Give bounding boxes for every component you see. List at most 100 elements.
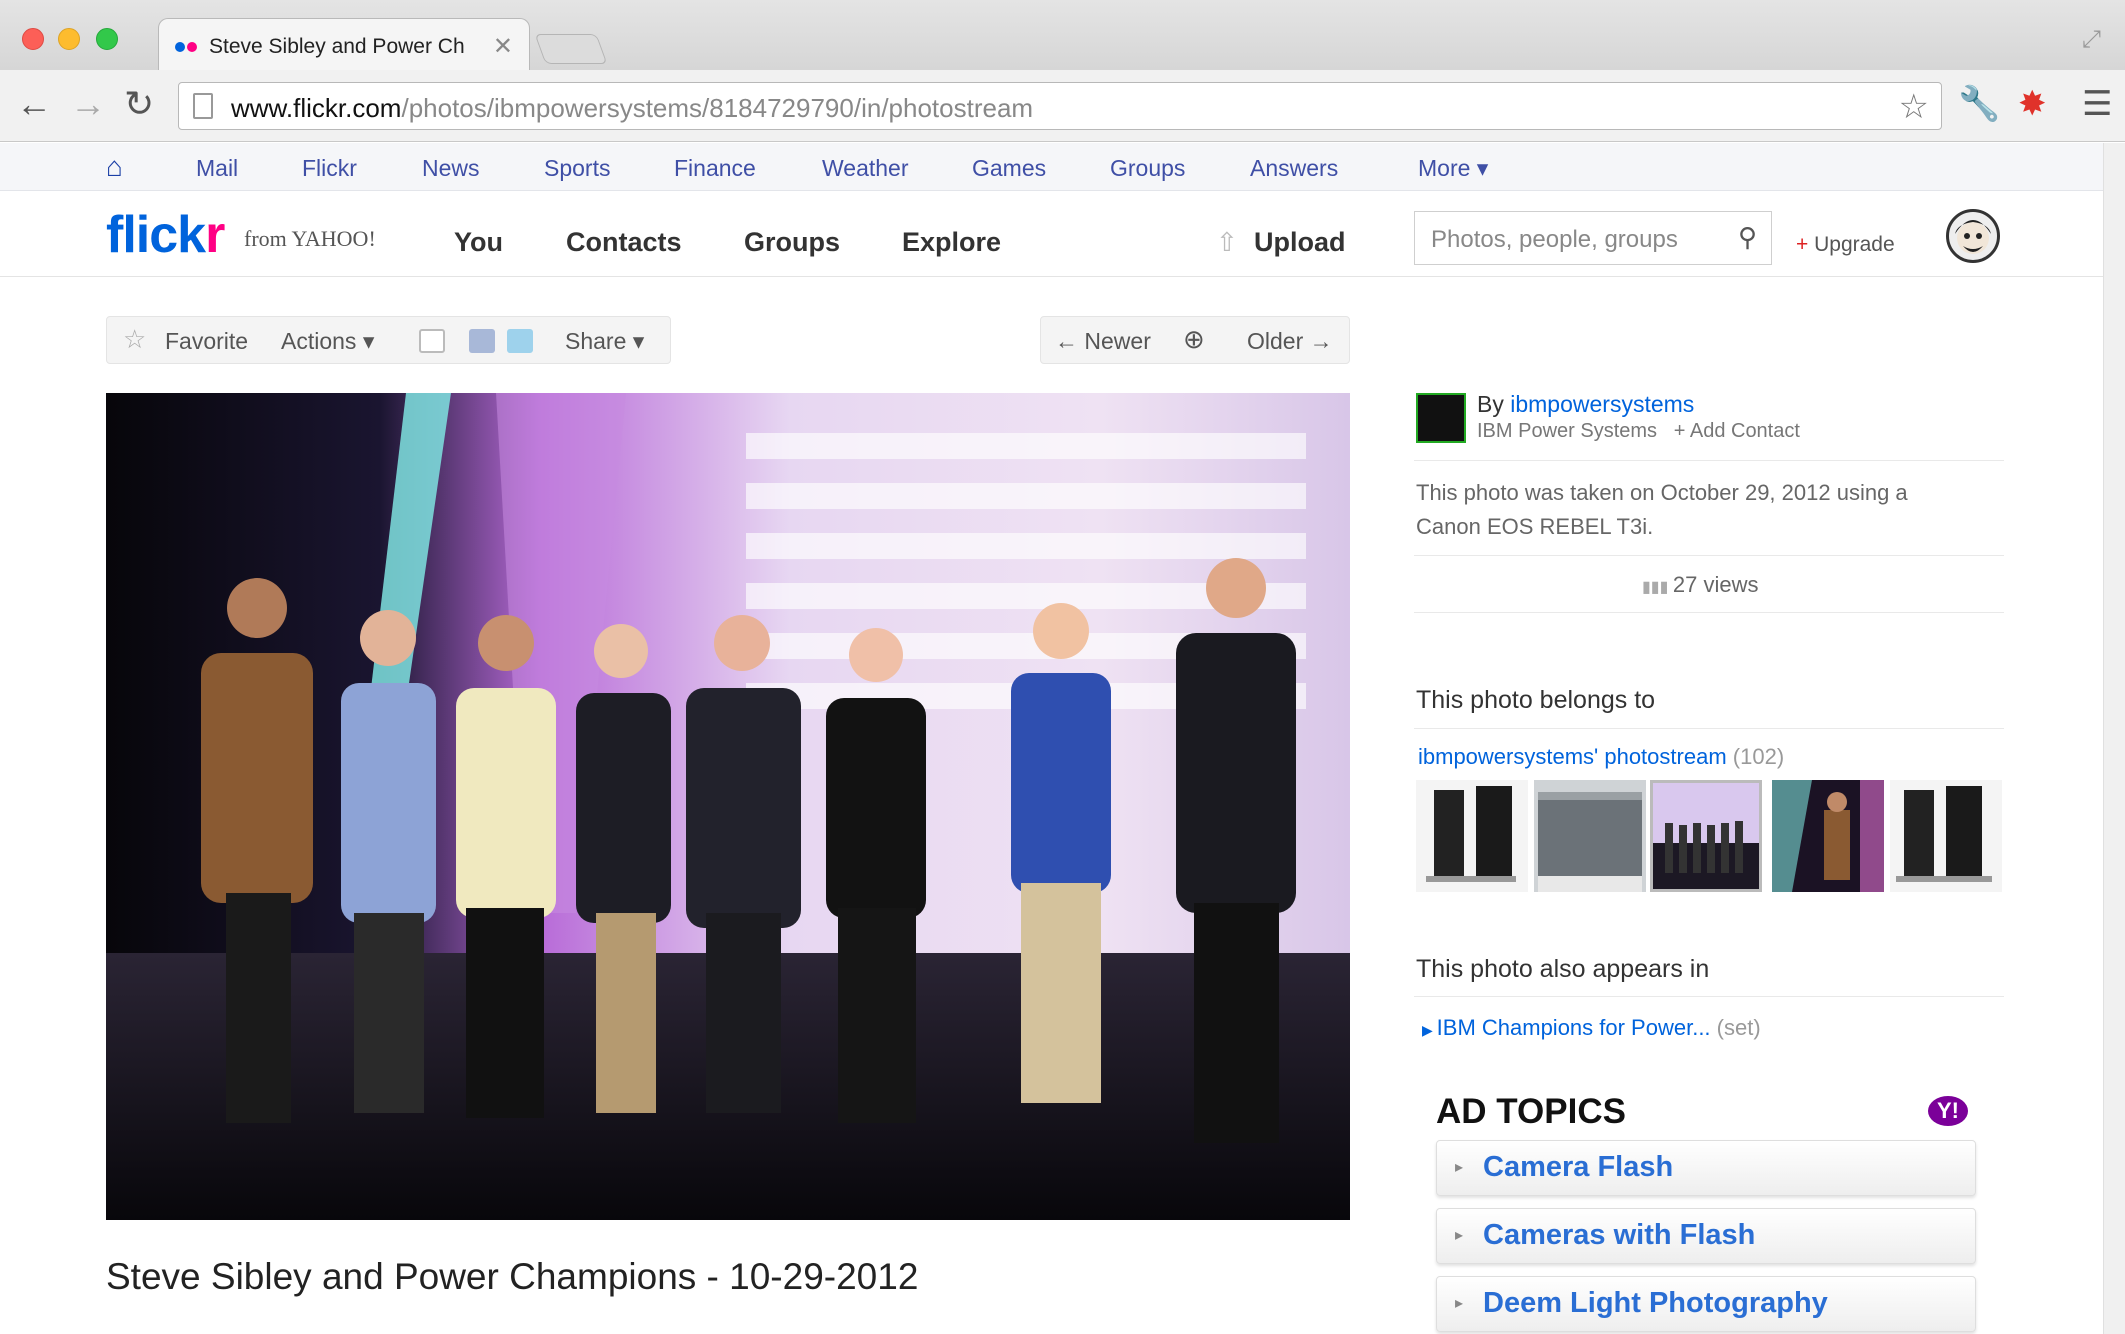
main-photo[interactable]	[106, 393, 1350, 1220]
ybar-mail[interactable]: Mail	[196, 155, 238, 182]
favorite-star-icon[interactable]: ☆	[123, 324, 146, 355]
yahoo-bar: ⌂ Mail Flickr News Sports Finance Weathe…	[0, 143, 2125, 191]
search-input[interactable]: Photos, people, groups ⚲	[1414, 211, 1772, 265]
flickr-favicon-icon	[187, 42, 197, 52]
ybar-finance[interactable]: Finance	[674, 155, 756, 182]
avatar[interactable]	[1946, 209, 2000, 263]
photostream-thumb[interactable]	[1772, 780, 1884, 892]
photostream-thumb-current[interactable]	[1650, 780, 1762, 892]
chevron-right-icon: ▸	[1455, 1227, 1464, 1244]
divider	[1414, 612, 2004, 613]
ybar-answers[interactable]: Answers	[1250, 155, 1338, 182]
nav-explore[interactable]: Explore	[902, 227, 1001, 258]
upload-button[interactable]: Upload	[1254, 227, 1346, 258]
ybar-flickr[interactable]: Flickr	[302, 155, 357, 182]
page-scrollbar[interactable]	[2103, 143, 2125, 1334]
zoom-window-button[interactable]	[96, 28, 118, 50]
logo-r: r	[205, 206, 225, 264]
views-count: ▮▮▮ 27 views	[1642, 572, 1758, 598]
menu-icon[interactable]: ☰	[2082, 84, 2112, 124]
flickr-favicon-icon	[175, 42, 185, 52]
owner-byline: By ibmpowersystems	[1477, 391, 1694, 418]
minimize-window-button[interactable]	[58, 28, 80, 50]
url-host: www.flickr.com	[231, 93, 402, 123]
ad-topic-label: Deem Light Photography	[1483, 1287, 1828, 1319]
set-link[interactable]: ▶ IBM Champions for Power... (set)	[1422, 1015, 1761, 1041]
owner-name: IBM Power Systems	[1477, 420, 1658, 442]
ybar-sports[interactable]: Sports	[544, 155, 610, 182]
address-bar[interactable]: www.flickr.com/photos/ibmpowersystems/81…	[178, 82, 1942, 130]
browser-tab-strip: Steve Sibley and Power Ch ✕ ⤢	[0, 0, 2125, 72]
fullscreen-icon[interactable]: ⤢	[2082, 26, 2101, 54]
reload-icon[interactable]: ↻	[124, 84, 154, 124]
actions-menu[interactable]: Actions ▾	[281, 328, 374, 355]
ybar-weather[interactable]: Weather	[822, 155, 909, 182]
close-window-button[interactable]	[22, 28, 44, 50]
views-label: 27 views	[1672, 572, 1759, 597]
ybar-news[interactable]: News	[422, 155, 480, 182]
owner-link[interactable]: ibmpowersystems	[1510, 391, 1694, 417]
photo-taken-info: This photo was taken on October 29, 2012…	[1416, 480, 1908, 539]
newer-button[interactable]: ← Newer	[1055, 328, 1151, 355]
search-placeholder: Photos, people, groups	[1431, 226, 1678, 253]
divider	[1414, 555, 2004, 556]
ad-topics-heading: AD TOPICS	[1436, 1092, 1626, 1131]
ad-topic-item[interactable]: ▸ Cameras with Flash	[1436, 1208, 1976, 1264]
ybar-groups[interactable]: Groups	[1110, 155, 1185, 182]
close-tab-icon[interactable]: ✕	[493, 32, 513, 61]
views-chart-icon: ▮▮▮	[1642, 579, 1673, 596]
forward-icon[interactable]: →	[70, 84, 106, 124]
favorite-button[interactable]: Favorite	[165, 328, 248, 355]
ybar-more[interactable]: More ▾	[1418, 155, 1488, 182]
ad-topic-label: Cameras with Flash	[1483, 1219, 1756, 1251]
upgrade-link[interactable]: + Upgrade	[1796, 233, 1895, 257]
set-tag: (set)	[1716, 1015, 1761, 1040]
zoom-icon[interactable]: ⊕	[1183, 324, 1205, 355]
back-icon[interactable]: ←	[16, 84, 52, 124]
ad-topic-item[interactable]: ▸ Camera Flash	[1436, 1140, 1976, 1196]
logo-flick: flick	[106, 206, 206, 264]
new-tab-button[interactable]	[534, 34, 608, 64]
photo-title: Steve Sibley and Power Champions - 10-29…	[106, 1256, 919, 1297]
twitter-icon[interactable]	[507, 329, 533, 353]
photostream-label: ibmpowersystems' photostream	[1418, 744, 1727, 769]
nav-groups[interactable]: Groups	[744, 227, 840, 258]
divider	[1414, 996, 2004, 997]
ad-topic-item[interactable]: ▸ Deem Light Photography	[1436, 1276, 1976, 1332]
extension-icon[interactable]: ✸	[2018, 84, 2047, 124]
bookmark-star-icon[interactable]: ☆	[1899, 87, 1929, 127]
url-text[interactable]: www.flickr.com/photos/ibmpowersystems/81…	[231, 93, 1033, 124]
add-contact-link[interactable]: + Add Contact	[1674, 420, 1800, 442]
chevron-right-icon: ▸	[1455, 1159, 1464, 1176]
photostream-thumb[interactable]	[1534, 780, 1646, 892]
belongs-heading: This photo belongs to	[1416, 686, 1656, 714]
ad-topic-label: Camera Flash	[1483, 1151, 1674, 1183]
upgrade-label: Upgrade	[1814, 233, 1895, 256]
from-yahoo-label: from YAHOO!	[244, 226, 376, 251]
divider	[1414, 460, 2004, 461]
browser-tab[interactable]: Steve Sibley and Power Ch ✕	[158, 18, 530, 72]
photostream-thumb[interactable]	[1416, 780, 1528, 892]
facebook-icon[interactable]	[469, 329, 495, 353]
email-icon[interactable]	[419, 329, 445, 353]
owner-buddy-icon[interactable]	[1416, 393, 1466, 443]
older-button[interactable]: Older →	[1247, 328, 1333, 355]
share-menu[interactable]: Share ▾	[565, 328, 644, 355]
yahoo-y-icon: Y!	[1928, 1096, 1968, 1126]
set-label: IBM Champions for Power...	[1436, 1015, 1711, 1040]
photostream-link[interactable]: ibmpowersystems' photostream (102)	[1418, 744, 1784, 770]
browser-toolbar: ← → ↻ www.flickr.com/photos/ibmpowersyst…	[0, 70, 2125, 142]
page-icon	[193, 93, 213, 119]
home-icon[interactable]: ⌂	[106, 151, 123, 183]
photo-action-bar: ☆ Favorite Actions ▾ Share ▾	[106, 316, 671, 364]
wrench-icon[interactable]: 🔧	[1958, 84, 2000, 124]
photostream-thumb[interactable]	[1890, 780, 2002, 892]
nav-contacts[interactable]: Contacts	[566, 227, 682, 258]
search-icon[interactable]: ⚲	[1738, 222, 1757, 253]
ybar-games[interactable]: Games	[972, 155, 1046, 182]
flickr-logo[interactable]: flickr	[106, 205, 225, 265]
photo-nav-bar: ← Newer ⊕ Older →	[1040, 316, 1350, 364]
upload-arrow-icon: ⇧	[1216, 227, 1238, 257]
chevron-right-icon: ▸	[1455, 1295, 1464, 1312]
nav-you[interactable]: You	[454, 227, 503, 258]
